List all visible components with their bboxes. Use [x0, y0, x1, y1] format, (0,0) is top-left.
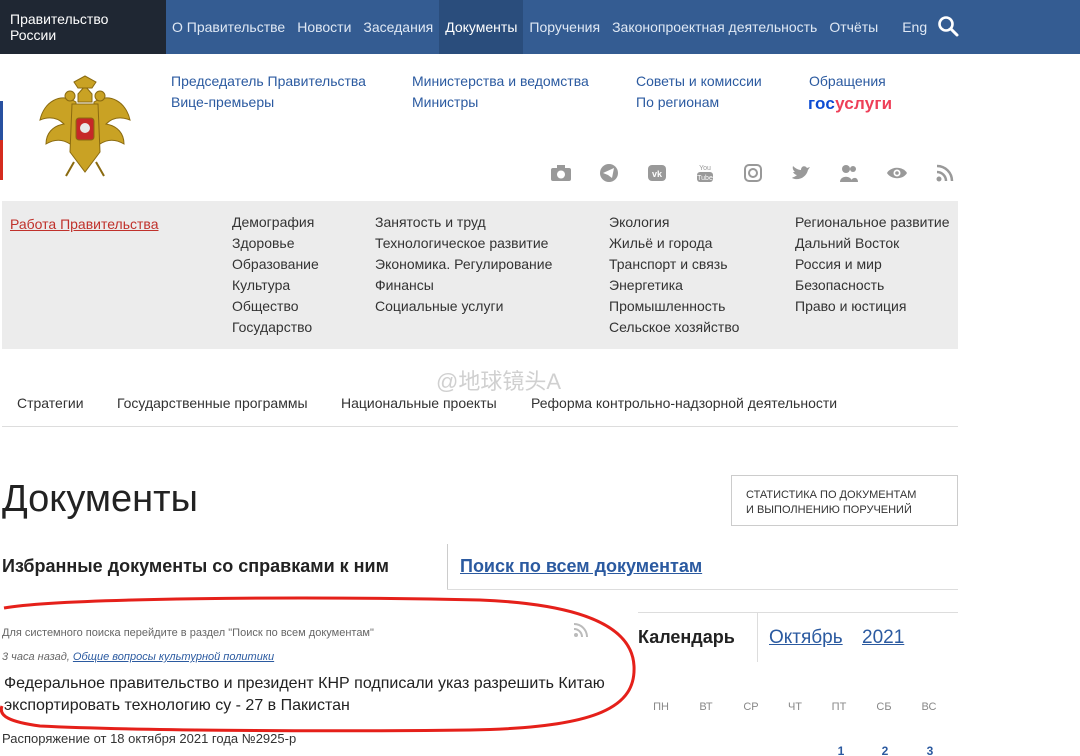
theme-link[interactable]: Занятость и труд [375, 214, 552, 235]
instagram-icon[interactable] [742, 162, 764, 184]
svg-text:Tube: Tube [697, 175, 713, 182]
theme-link[interactable]: Финансы [375, 277, 552, 298]
link-state-programs[interactable]: Государственные программы [117, 395, 308, 411]
link-government-work[interactable]: Работа Правительства [10, 216, 159, 232]
tab-search-all-documents[interactable]: Поиск по всем документам [460, 556, 702, 577]
calendar-year-select[interactable]: 2021 [862, 627, 904, 649]
document-headline[interactable]: Федеральное правительство и президент КН… [4, 673, 624, 717]
nav-item-meetings[interactable]: Заседания [357, 0, 439, 54]
theme-link[interactable]: Безопасность [795, 277, 950, 298]
nav-item-english[interactable]: Eng [896, 0, 933, 54]
nav-item-reports[interactable]: Отчёты [823, 0, 884, 54]
tab-featured-documents[interactable]: Избранные документы со справками к ним [2, 556, 389, 577]
watermark: @地球镜头A [436, 369, 562, 394]
theme-link[interactable]: Экономика. Регулирование [375, 256, 552, 277]
theme-link[interactable]: Жильё и города [609, 235, 739, 256]
theme-link[interactable]: Здоровье [232, 235, 319, 256]
theme-link[interactable]: Право и юстиция [795, 298, 950, 319]
theme-link[interactable]: Культура [232, 277, 319, 298]
theme-link[interactable]: Сельское хозяйство [609, 319, 739, 340]
link-vice-premiers[interactable]: Вице-премьеры [171, 94, 274, 110]
statistics-button[interactable]: СТАТИСТИКА ПО ДОКУМЕНТАМ И ВЫПОЛНЕНИЮ ПО… [731, 475, 958, 526]
calendar-day[interactable]: 1 [826, 744, 856, 756]
gosuslugi-logo-part-1: гос [808, 94, 836, 113]
tab-divider [447, 544, 448, 590]
theme-link[interactable]: Государство [232, 319, 319, 340]
page-title: Документы [2, 478, 198, 520]
theme-link[interactable]: Региональное развитие [795, 214, 950, 235]
weekday-label: ЧТ [787, 701, 803, 713]
themes-column-3: Экология Жильё и города Транспорт и связ… [609, 214, 739, 340]
svg-text:You: You [699, 165, 711, 172]
theme-link[interactable]: Образование [232, 256, 319, 277]
camera-icon[interactable] [550, 162, 572, 184]
theme-link[interactable]: Общество [232, 298, 319, 319]
theme-link[interactable]: Россия и мир [795, 256, 950, 277]
theme-link[interactable]: Промышленность [609, 298, 739, 319]
calendar-day[interactable]: 3 [915, 744, 945, 756]
svg-text:vk: vk [652, 169, 663, 179]
link-national-projects[interactable]: Национальные проекты [341, 395, 497, 411]
document-order[interactable]: Распоряжение от 18 октября 2021 года №29… [2, 731, 296, 746]
theme-link[interactable]: Дальний Восток [795, 235, 950, 256]
link-ministers[interactable]: Министры [412, 94, 478, 110]
theme-link[interactable]: Энергетика [609, 277, 739, 298]
themes-column-1: Демография Здоровье Образование Культура… [232, 214, 319, 340]
weekday-label: ВТ [699, 701, 713, 713]
theme-link[interactable]: Транспорт и связь [609, 256, 739, 277]
theme-link[interactable]: Экология [609, 214, 739, 235]
calendar-day[interactable]: 2 [870, 744, 900, 756]
divider [2, 426, 958, 427]
link-ministries[interactable]: Министерства и ведомства [412, 73, 589, 89]
gosuslugi-logo-part-2: услуги [835, 94, 893, 113]
tab-underline [447, 589, 958, 590]
link-councils[interactable]: Советы и комиссии [636, 73, 762, 89]
nav-item-orders[interactable]: Поручения [523, 0, 606, 54]
top-navigation: Правительство России О Правительстве Нов… [0, 0, 1080, 54]
coat-of-arms-icon[interactable] [30, 72, 140, 182]
document-meta: 3 часа назад, Общие вопросы культурной п… [2, 651, 274, 663]
document-category-link[interactable]: Общие вопросы культурной политики [73, 651, 274, 663]
calendar-separator [757, 612, 758, 662]
rss-feed-icon[interactable] [573, 622, 591, 638]
weekday-label: ПН [653, 701, 669, 713]
nav-item-legislation[interactable]: Законопроектная деятельность [606, 0, 823, 54]
eye-icon[interactable] [886, 162, 908, 184]
search-icon[interactable] [936, 14, 960, 38]
link-chairman[interactable]: Председатель Правительства [171, 73, 366, 89]
theme-link[interactable]: Социальные услуги [375, 298, 552, 319]
theme-link[interactable]: Демография [232, 214, 319, 235]
nav-item-documents[interactable]: Документы [439, 0, 524, 54]
statistics-label-line-1: СТАТИСТИКА ПО ДОКУМЕНТАМ [746, 489, 917, 501]
nav-item-news[interactable]: Новости [291, 0, 357, 54]
flag-stripe [0, 62, 3, 180]
telegram-icon[interactable] [598, 162, 620, 184]
link-regions[interactable]: По регионам [636, 94, 719, 110]
calendar-top-line [638, 612, 958, 613]
link-control-reform[interactable]: Реформа контрольно-надзорной деятельност… [531, 395, 837, 411]
youtube-icon[interactable]: You Tube [694, 162, 716, 184]
themes-panel: Работа Правительства Демография Здоровье… [2, 201, 958, 349]
link-strategies[interactable]: Стратегии [17, 395, 84, 411]
themes-column-4: Региональное развитие Дальний Восток Рос… [795, 214, 950, 319]
themes-column-2: Занятость и труд Технологическое развити… [375, 214, 552, 319]
weekday-label: ВС [921, 701, 937, 713]
calendar-title: Календарь [638, 627, 735, 647]
weekday-label: ПТ [831, 701, 847, 713]
link-appeals[interactable]: Обращения [809, 73, 886, 89]
twitter-icon[interactable] [790, 162, 812, 184]
document-time: 3 часа назад, [2, 651, 70, 663]
statistics-label-line-2: И ВЫПОЛНЕНИЮ ПОРУЧЕНИЙ [746, 504, 912, 516]
calendar-month-select[interactable]: Октябрь [769, 627, 843, 649]
nav-item-about[interactable]: О Правительстве [166, 0, 291, 54]
theme-link[interactable]: Технологическое развитие [375, 235, 552, 256]
vk-icon[interactable]: vk [646, 162, 668, 184]
nav-brand[interactable]: Правительство России [0, 0, 166, 54]
weekday-label: СБ [876, 701, 892, 713]
search-hint: Для системного поиска перейдите в раздел… [2, 627, 374, 639]
gosuslugi-logo[interactable]: госуслуги [808, 94, 892, 114]
ok-icon[interactable] [838, 162, 860, 184]
weekday-label: СР [743, 701, 759, 713]
rss-icon[interactable] [934, 162, 956, 184]
